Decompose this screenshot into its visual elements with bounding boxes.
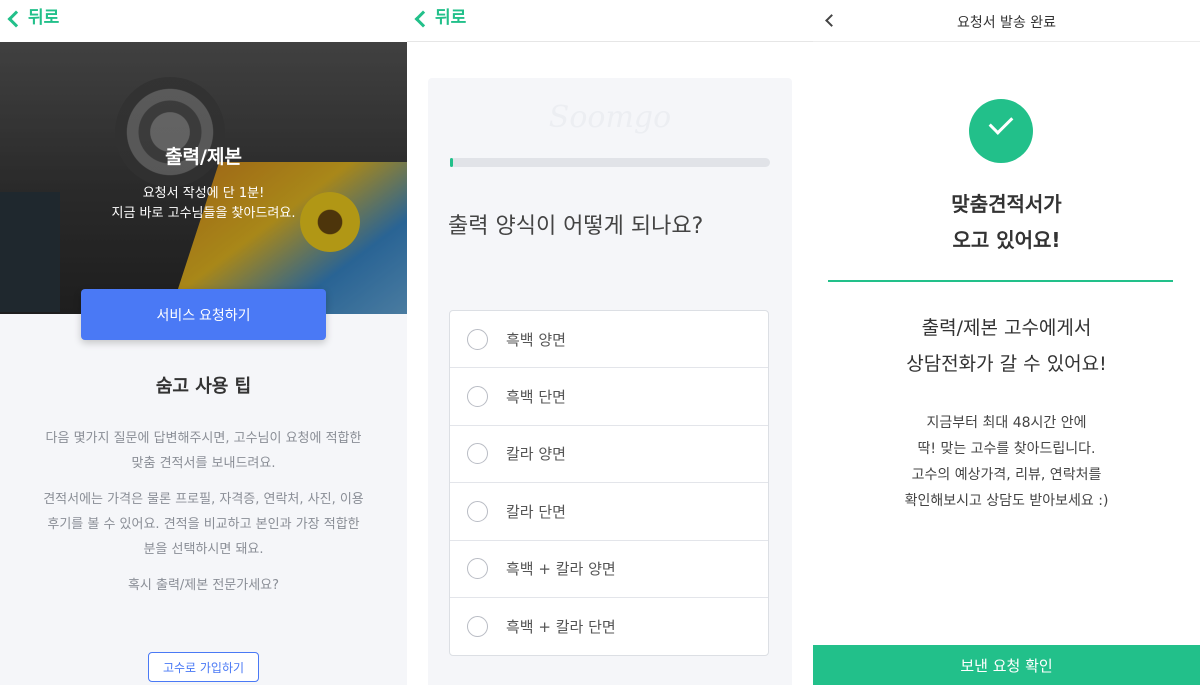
- back-button[interactable]: 뒤로: [7, 6, 60, 30]
- complete-title: 맞춤견적서가 오고 있어요!: [813, 186, 1200, 258]
- radio-icon: [467, 500, 488, 522]
- service-request-button[interactable]: 서비스 요청하기: [81, 289, 326, 340]
- question-text: 출력 양식이 어떻게 되나요?: [448, 214, 704, 239]
- hero-subtitle: 요청서 작성에 단 1분! 지금 바로 고수님들을 찾아드려요.: [0, 184, 407, 224]
- question-card: Soomgo 출력 양식이 어떻게 되나요? 흑백 양면 흑백 단면 칼라 양면…: [428, 78, 792, 685]
- tips-paragraph: 다음 몇가지 질문에 답변해주시면, 고수님이 요청에 적합한 맞춤 견적서를 …: [20, 426, 387, 476]
- complete-subtitle-line: 상담전화가 갈 수 있어요!: [906, 353, 1107, 375]
- tips-line: 다음 몇가지 질문에 답변해주시면, 고수님이 요청에 적합한: [45, 431, 362, 446]
- hero-subtitle-line: 요청서 작성에 단 1분!: [142, 186, 265, 201]
- tips-line: 견적서에는 가격은 물론 프로필, 자격증, 연락처, 사진, 이용: [43, 492, 364, 507]
- option-label: 칼라 단면: [506, 502, 566, 521]
- complete-subtitle: 출력/제본 고수에게서 상담전화가 갈 수 있어요!: [813, 310, 1200, 382]
- option-item[interactable]: 칼라 양면: [450, 426, 768, 484]
- radio-icon: [467, 386, 488, 408]
- tips-line: 후기를 볼 수 있어요. 견적을 비교하고 본인과 가장 적합한: [47, 517, 360, 532]
- progress-fill: [450, 158, 454, 167]
- chevron-left-icon: [7, 10, 25, 28]
- complete-description: 지금부터 최대 48시간 안에 딱! 맞는 고수를 찾아드립니다. 고수의 예상…: [813, 410, 1200, 514]
- hero-subtitle-line: 지금 바로 고수님들을 찾아드려요.: [111, 206, 296, 221]
- tips-line: 맞춤 견적서를 보내드려요.: [131, 456, 276, 471]
- option-label: 칼라 양면: [506, 445, 566, 464]
- view-sent-request-button[interactable]: 보낸 요청 확인: [813, 645, 1200, 685]
- expert-question: 혹시 출력/제본 전문가세요?: [127, 578, 280, 593]
- option-list: 흑백 양면 흑백 단면 칼라 양면 칼라 단면 흑백 + 칼라 양면 흑백 + …: [449, 310, 769, 657]
- check-icon: [969, 99, 1033, 163]
- request-complete-screen: 요청서 발송 완료 맞춤견적서가 오고 있어요! 출력/제본 고수에게서 상담전…: [813, 0, 1200, 685]
- radio-icon: [467, 328, 488, 350]
- service-intro-screen: 뒤로 출력/제본 요청서 작성에 단 1분! 지금 바로 고수님들을 찾아드려요…: [0, 0, 407, 685]
- brand-watermark: Soomgo: [548, 100, 672, 135]
- question-screen: 뒤로 Soomgo 출력 양식이 어떻게 되나요? 흑백 양면 흑백 단면 칼라…: [407, 0, 813, 685]
- complete-title-line: 맞춤견적서가: [951, 192, 1062, 216]
- tips-line: 분을 선택하시면 돼요.: [143, 542, 264, 557]
- hero-banner: 출력/제본 요청서 작성에 단 1분! 지금 바로 고수님들을 찾아드려요.: [0, 42, 407, 314]
- chevron-left-icon: [414, 10, 432, 28]
- top-bar: 뒤로: [0, 0, 407, 42]
- complete-title-line: 오고 있어요!: [952, 228, 1061, 252]
- complete-subtitle-line: 출력/제본 고수에게서: [921, 317, 1092, 339]
- radio-icon: [467, 616, 488, 638]
- option-label: 흑백 + 칼라 양면: [506, 560, 616, 579]
- back-button[interactable]: 뒤로: [414, 6, 467, 30]
- divider: [828, 280, 1173, 282]
- radio-icon: [467, 558, 488, 580]
- radio-icon: [467, 443, 488, 465]
- hero-title: 출력/제본: [165, 146, 242, 168]
- description-line: 지금부터 최대 48시간 안에: [926, 415, 1087, 431]
- description-line: 딱! 맞는 고수를 찾아드립니다.: [917, 441, 1096, 457]
- option-item[interactable]: 흑백 + 칼라 양면: [450, 541, 768, 598]
- progress-bar: [450, 158, 770, 167]
- top-bar: 요청서 발송 완료: [813, 0, 1200, 42]
- option-label: 흑백 양면: [506, 330, 566, 349]
- checkmark: [988, 110, 1014, 135]
- top-bar: 뒤로: [407, 0, 813, 42]
- back-label: 뒤로: [435, 8, 467, 28]
- page-title: 요청서 발송 완료: [956, 15, 1057, 31]
- option-item[interactable]: 흑백 양면: [450, 311, 768, 369]
- back-label: 뒤로: [28, 8, 60, 28]
- hero-overlay: [0, 42, 407, 314]
- option-label: 흑백 단면: [506, 388, 566, 407]
- tips-title: 숨고 사용 팁: [155, 376, 252, 397]
- option-item[interactable]: 칼라 단면: [450, 483, 768, 541]
- tips-paragraph: 견적서에는 가격은 물론 프로필, 자격증, 연락처, 사진, 이용 후기를 볼…: [20, 487, 387, 562]
- option-label: 흑백 + 칼라 단면: [506, 618, 616, 637]
- join-as-expert-button[interactable]: 고수로 가입하기: [148, 652, 259, 682]
- option-item[interactable]: 흑백 단면: [450, 368, 768, 426]
- description-line: 고수의 예상가격, 리뷰, 연락처를: [911, 467, 1102, 483]
- description-line: 확인해보시고 상담도 받아보세요 :): [904, 493, 1109, 509]
- option-item[interactable]: 흑백 + 칼라 단면: [450, 598, 768, 655]
